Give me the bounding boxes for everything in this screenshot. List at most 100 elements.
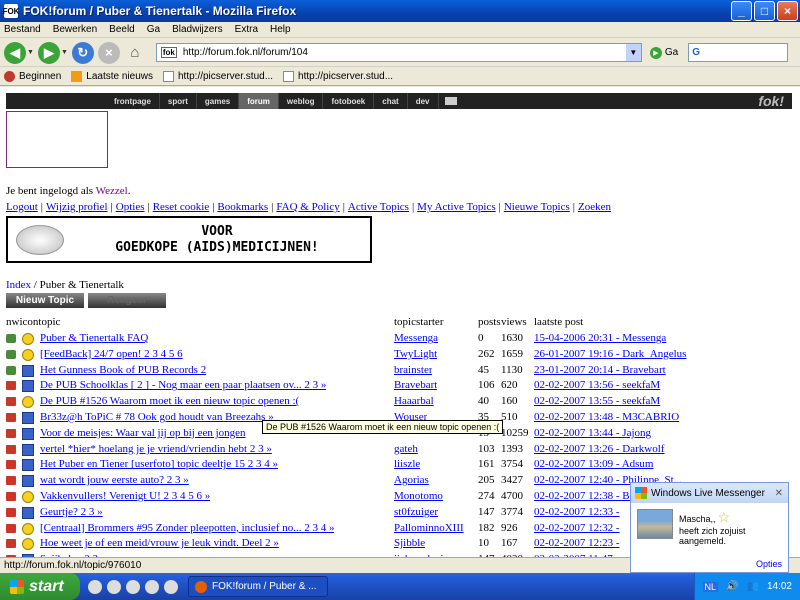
topic-title-link[interactable]: [FeedBack] 24/7 open! 2 3 4 5 6 — [40, 348, 183, 360]
topic-starter-link[interactable]: Messenga — [394, 332, 438, 344]
topic-title-link[interactable]: Geurtje? 2 3 » — [40, 506, 103, 518]
topic-title-link[interactable]: Br33z@h ToPiC # 78 Ook god houdt van Bre… — [40, 411, 274, 423]
topic-title-link[interactable]: De PUB Schoolklas [ 2 ] - Nog maar een p… — [40, 379, 326, 391]
topic-title-link[interactable]: Het Puber en Tiener [userfoto] topic dee… — [40, 458, 278, 470]
menu-item-ga[interactable]: Ga — [147, 24, 160, 35]
menu-item-beeld[interactable]: Beeld — [109, 24, 135, 35]
last-post-link[interactable]: 02-02-2007 13:55 - seekfaM — [534, 395, 660, 407]
nav-fotoboek[interactable]: fotoboek — [323, 93, 375, 109]
topic-title-link[interactable]: Puber & Tienertalk FAQ — [40, 332, 148, 344]
clock[interactable]: 14:02 — [767, 581, 792, 592]
topic-starter-link[interactable]: st0fzuiger — [394, 506, 438, 518]
link-wijzig-profiel[interactable]: Wijzig profiel — [46, 201, 108, 213]
fok-logo[interactable]: fok! — [758, 93, 784, 109]
taskbar-item-firefox[interactable]: FOK!forum / Puber & ... — [188, 576, 328, 597]
link-my-active-topics[interactable]: My Active Topics — [417, 201, 495, 213]
search-engine-icon[interactable]: G — [692, 47, 700, 58]
firefox-quicklaunch-icon[interactable] — [145, 579, 159, 594]
last-post-link[interactable]: 15-04-2006 20:31 - Messenga — [534, 332, 666, 344]
minimize-button[interactable]: _ — [731, 1, 752, 21]
last-post-link[interactable]: 02-02-2007 12:32 - — [534, 522, 620, 534]
last-post-link[interactable]: 02-02-2007 13:09 - Adsum — [534, 458, 653, 470]
topic-title-link[interactable]: Vakkenvullers! Verenigt U! 2 3 4 5 6 » — [40, 490, 210, 502]
url-bar[interactable]: fok http://forum.fok.nl/forum/104 ▼ — [155, 43, 642, 62]
link-logout[interactable]: Logout — [6, 201, 38, 213]
nav-sport[interactable]: sport — [160, 93, 197, 109]
mail-icon[interactable] — [444, 97, 457, 105]
breadcrumb-index[interactable]: Index — [6, 279, 31, 291]
topic-starter-link[interactable]: gateh — [394, 443, 418, 455]
last-post-link[interactable]: 02-02-2007 13:26 - Darkwolf — [534, 443, 664, 455]
close-button[interactable]: × — [777, 1, 798, 21]
topic-title-link[interactable]: De PUB #1526 Waarom moet ik een nieuw to… — [40, 395, 299, 407]
forward-history-dropdown-icon[interactable]: ▼ — [61, 49, 68, 56]
url-history-dropdown-icon[interactable]: ▼ — [625, 44, 641, 61]
nav-weblog[interactable]: weblog — [279, 93, 324, 109]
topic-title-link[interactable]: [Centraal] Brommers #95 Zonder pleepotte… — [40, 522, 334, 534]
maximize-button[interactable]: □ — [754, 1, 775, 21]
messenger-tray-icon[interactable]: 👥 — [747, 581, 759, 592]
close-icon[interactable]: ✕ — [775, 488, 783, 499]
options-link[interactable]: Opties — [756, 559, 782, 569]
nav-forum[interactable]: forum — [239, 93, 279, 109]
topic-starter-link[interactable]: liiszle — [394, 458, 420, 470]
nav-chat[interactable]: chat — [374, 93, 408, 109]
topic-starter-link[interactable]: brainster — [394, 364, 432, 376]
ie-icon[interactable] — [107, 579, 121, 594]
nav-frontpage[interactable]: frontpage — [106, 93, 160, 109]
menu-item-extra[interactable]: Extra — [235, 24, 258, 35]
link-zoeken[interactable]: Zoeken — [578, 201, 611, 213]
bookmark-laatste-nieuws[interactable]: Laatste nieuws — [71, 71, 153, 82]
show-desktop-icon[interactable] — [88, 579, 102, 594]
topic-starter-link[interactable]: Agorias — [394, 474, 429, 486]
link-faq-policy[interactable]: FAQ & Policy — [276, 201, 339, 213]
link-nieuwe-topics[interactable]: Nieuwe Topics — [504, 201, 570, 213]
bookmark-picserver-1[interactable]: http://picserver.stud... — [162, 71, 273, 82]
last-post-link[interactable]: 26-01-2007 19:16 - Dark_Angelus — [534, 348, 686, 360]
topic-starter-link[interactable]: Monotomo — [394, 490, 443, 502]
menu-item-bestand[interactable]: Bestand — [4, 24, 41, 35]
link-bookmarks[interactable]: Bookmarks — [217, 201, 268, 213]
last-post-link[interactable]: 02-02-2007 12:23 - — [534, 537, 620, 549]
topic-title-link[interactable]: Voor de meisjes: Waar val jij op bij een… — [40, 427, 246, 439]
back-history-dropdown-icon[interactable]: ▼ — [27, 49, 34, 56]
topic-title-link[interactable]: Het Gunness Book of PUB Records 2 — [40, 364, 206, 376]
topic-starter-link[interactable]: Sjibble — [394, 537, 425, 549]
media-player-icon[interactable] — [126, 579, 140, 594]
topic-title-link[interactable]: Hoe weet je of een meid/vrouw je leuk vi… — [40, 537, 279, 549]
nav-dev[interactable]: dev — [408, 93, 439, 109]
advertisement-banner[interactable]: VOOR GOEDKOPE (AIDS)MEDICIJNEN! — [6, 216, 372, 263]
reload-icon[interactable]: ↻ — [71, 41, 94, 64]
topic-starter-link[interactable]: Bravebart — [394, 379, 437, 391]
topic-starter-link[interactable]: PallominnoXIII — [394, 522, 464, 534]
search-input[interactable]: G — [688, 43, 789, 62]
home-icon[interactable]: ⌂ — [124, 42, 146, 64]
username-link[interactable]: Wezzel — [96, 185, 128, 197]
back-arrow-icon[interactable]: ◀ — [4, 41, 26, 64]
link-active-topics[interactable]: Active Topics — [348, 201, 409, 213]
menu-item-bewerken[interactable]: Bewerken — [53, 24, 97, 35]
go-button[interactable]: ▶ Ga — [649, 46, 678, 59]
volume-icon[interactable]: 🔊 — [726, 581, 738, 592]
url-text[interactable]: http://forum.fok.nl/forum/104 — [183, 47, 308, 58]
menu-item-help[interactable]: Help — [270, 24, 291, 35]
topic-starter-link[interactable]: TwyLight — [394, 348, 437, 360]
last-post-link[interactable]: 02-02-2007 12:33 - — [534, 506, 620, 518]
topic-title-link[interactable]: wat wordt jouw eerste auto? 2 3 » — [40, 474, 189, 486]
stop-icon[interactable]: × — [97, 41, 120, 64]
link-opties[interactable]: Opties — [116, 201, 145, 213]
nav-games[interactable]: games — [197, 93, 240, 109]
start-button[interactable]: start — [0, 573, 80, 600]
menu-item-bladwijzers[interactable]: Bladwijzers — [172, 24, 223, 35]
language-indicator[interactable]: NL — [702, 581, 719, 592]
messenger-notification[interactable]: Windows Live Messenger ✕ Mascha,, ☆ heeft… — [630, 482, 789, 573]
last-post-link[interactable]: 02-02-2007 13:48 - M3CABRIO — [534, 411, 679, 423]
last-post-link[interactable]: 23-01-2007 20:14 - Bravebart — [534, 364, 666, 376]
last-post-link[interactable]: 02-02-2007 13:56 - seekfaM — [534, 379, 660, 391]
new-topic-button[interactable]: Nieuw Topic — [6, 293, 84, 308]
link-reset-cookie[interactable]: Reset cookie — [153, 201, 210, 213]
forward-arrow-icon[interactable]: ▶ — [37, 41, 60, 64]
messenger-quicklaunch-icon[interactable] — [164, 579, 178, 594]
topic-title-link[interactable]: vertel *hier* hoelang je je vriend/vrien… — [40, 443, 272, 455]
topic-starter-link[interactable]: Haaarbal — [394, 395, 434, 407]
